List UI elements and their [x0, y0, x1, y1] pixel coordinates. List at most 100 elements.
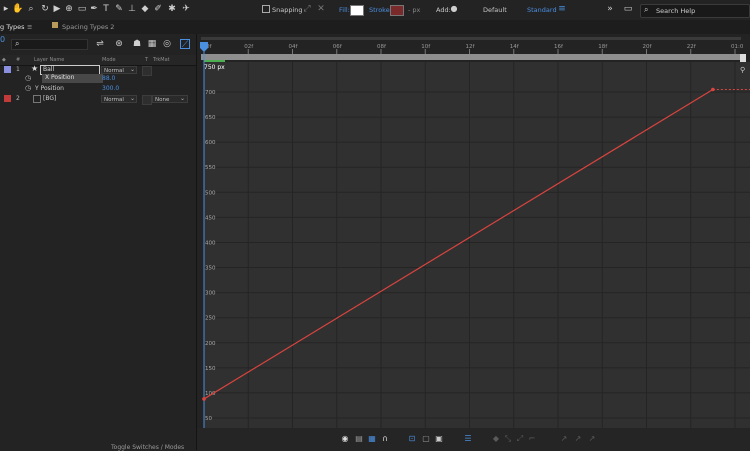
- layer-search-input[interactable]: ⌕: [11, 39, 88, 50]
- auto-bezier-icon[interactable]: ⤢: [515, 434, 525, 443]
- hold-keyframe-icon[interactable]: ◆: [491, 434, 501, 443]
- camera-tool-icon[interactable]: ▶: [52, 4, 62, 14]
- composition-tabs: g Types ≡ Spacing Types 2: [0, 20, 750, 35]
- draft-3d-icon[interactable]: ⊛: [114, 39, 124, 49]
- pan-behind-tool-icon[interactable]: ⊕: [64, 4, 74, 14]
- pen-tool-icon[interactable]: ✒: [89, 4, 99, 14]
- graph-type-icon[interactable]: ▤: [354, 434, 364, 443]
- motion-blur-icon[interactable]: ◎: [162, 39, 172, 49]
- rotate-tool-icon[interactable]: ↻: [40, 4, 50, 14]
- ruler-tick-label: 08f: [377, 44, 387, 50]
- work-area-range[interactable]: [201, 54, 741, 60]
- fit-selection-icon[interactable]: ⊡: [407, 434, 417, 443]
- y-axis-tick-label: 550: [205, 165, 216, 171]
- easy-ease-in-icon[interactable]: ↗: [573, 434, 583, 443]
- stroke-swatch[interactable]: [390, 5, 404, 16]
- snapping-checkbox[interactable]: [262, 5, 270, 13]
- fit-all-icon[interactable]: ▢: [421, 434, 431, 443]
- chevron-down-icon: ⌄: [130, 66, 136, 73]
- stopwatch-icon[interactable]: ◷: [25, 84, 31, 92]
- timecode-display[interactable]: 0: [0, 35, 5, 44]
- y-axis-tick-label: 250: [205, 316, 216, 322]
- more-workspaces-icon[interactable]: »: [605, 4, 615, 14]
- roto-brush-tool-icon[interactable]: ✐: [153, 4, 163, 14]
- tab-inactive[interactable]: Spacing Types 2: [62, 23, 114, 31]
- selection-tool-icon[interactable]: ▸: [1, 4, 11, 14]
- col-layer-name[interactable]: Layer Name: [34, 57, 64, 63]
- search-placeholder: Search Help: [656, 7, 696, 15]
- graph-editor-toggle-icon[interactable]: ⟋: [180, 39, 190, 50]
- y-axis-tick-label: 350: [205, 266, 216, 272]
- col-trkmat: TrkMat: [153, 57, 170, 63]
- snap-expand-icon[interactable]: ✕: [316, 4, 326, 14]
- layer-label-color[interactable]: [4, 95, 11, 102]
- y-axis-tick-label: 600: [205, 140, 216, 146]
- snap-icon[interactable]: ∩: [380, 434, 390, 443]
- type-tool-icon[interactable]: T: [101, 4, 111, 14]
- tab-menu-icon[interactable]: ≡: [27, 23, 32, 31]
- col-mode: Mode: [102, 57, 116, 63]
- ruler-tick-label: 04f: [289, 44, 299, 50]
- snap-options-icon[interactable]: ⤢: [302, 4, 312, 14]
- linear-keyframe-icon[interactable]: ⤡: [503, 434, 513, 443]
- puppet-tool-icon[interactable]: ✱: [167, 4, 177, 14]
- y-axis-tick-label: 200: [205, 341, 216, 347]
- layer-panel: 0 ⌕ ⇌ ⊛ ☗ ▦ ◎ ⟋ ◆ # Layer Name Mode T Tr…: [0, 34, 197, 451]
- layer-label-color[interactable]: [4, 66, 11, 73]
- stopwatch-icon[interactable]: ◷: [25, 74, 31, 82]
- zoom-tool-icon[interactable]: ⌕: [26, 4, 36, 14]
- convert-vertex-icon[interactable]: ⌐: [527, 434, 537, 443]
- chevron-down-icon: ⌄: [130, 95, 136, 102]
- frame-blending-icon[interactable]: ▦: [147, 39, 157, 49]
- layer-name[interactable]: [BG]: [43, 95, 56, 102]
- clone-stamp-tool-icon[interactable]: ⊥: [127, 4, 137, 14]
- tab-active[interactable]: g Types: [0, 23, 25, 31]
- ruler-tick-label: 20f: [643, 44, 653, 50]
- stroke-width[interactable]: - px: [408, 6, 420, 14]
- layer-number: 1: [16, 66, 20, 73]
- work-area-bar[interactable]: [201, 37, 741, 40]
- rectangle-tool-icon[interactable]: ▭: [77, 4, 87, 14]
- workspace-standard[interactable]: Standard: [527, 6, 557, 14]
- workspace-menu-icon[interactable]: ≡: [557, 4, 567, 14]
- property-label: Y Position: [35, 85, 64, 92]
- ruler-tick-label: 18f: [598, 44, 608, 50]
- transform-box-icon[interactable]: ▦: [367, 434, 377, 443]
- graph-editor[interactable]: 0f 02f 04f 06f 08f 10f 12f 14f 16f 18f 20f 22f 01:0 …: [197, 34, 750, 450]
- property-value[interactable]: 300.0: [102, 85, 119, 92]
- graph-editor-footer: ◉ ▤ ▦ ∩ ⊡ ▢ ▣ ☰ ◆ ⤡ ⤢ ⌐ ↗ ↗ ↗: [197, 428, 750, 450]
- shy-layers-icon[interactable]: ☗: [132, 39, 142, 49]
- graph-unit-label: 750 px: [204, 64, 225, 71]
- ruler-tick-label: 01:0: [731, 44, 744, 50]
- property-row[interactable]: ◷ X Position 88.0: [0, 74, 196, 84]
- property-row[interactable]: ◷ Y Position 300.0: [0, 84, 196, 94]
- hand-tool-icon[interactable]: ✋: [12, 4, 23, 14]
- eraser-tool-icon[interactable]: ◆: [140, 4, 150, 14]
- edit-value-icon[interactable]: ▣: [434, 434, 444, 443]
- easy-ease-out-icon[interactable]: ↗: [587, 434, 597, 443]
- add-button-icon[interactable]: ●: [449, 4, 459, 14]
- layer-row[interactable]: 2 [BG] Normal ⌄ None ⌄: [0, 94, 196, 105]
- star-icon: ★: [31, 64, 39, 73]
- search-help-input[interactable]: ⌕ Search Help: [640, 4, 750, 18]
- property-value[interactable]: 88.0: [102, 75, 115, 82]
- graph-editor-canvas[interactable]: 0f 02f 04f 06f 08f 10f 12f 14f 16f 18f 20f 22f 01:0 …: [197, 34, 750, 428]
- keyframe[interactable]: [202, 397, 206, 401]
- ruler-tick-label: 14f: [510, 44, 520, 50]
- puppet-pin-tool-icon[interactable]: ✈: [181, 4, 191, 14]
- easy-ease-icon[interactable]: ↗: [559, 434, 569, 443]
- comp-mini-flowchart-icon[interactable]: ⇌: [95, 39, 105, 49]
- workspace-default[interactable]: Default: [483, 6, 507, 14]
- fill-swatch[interactable]: [350, 5, 364, 16]
- ruler-tick-label: 22f: [687, 44, 697, 50]
- sync-settings-icon[interactable]: ▭: [622, 4, 634, 14]
- pin-icon[interactable]: ⚲: [740, 66, 745, 74]
- trkmat-t-checkbox[interactable]: [142, 95, 152, 105]
- keyframe[interactable]: [711, 87, 715, 92]
- separate-dimensions-icon[interactable]: ☰: [463, 434, 473, 443]
- brush-tool-icon[interactable]: ✎: [114, 4, 124, 14]
- render-bar: [204, 60, 225, 62]
- eye-icon[interactable]: ◉: [340, 434, 350, 443]
- work-area-end-handle[interactable]: [740, 54, 746, 62]
- ruler-tick-label: 16f: [554, 44, 564, 50]
